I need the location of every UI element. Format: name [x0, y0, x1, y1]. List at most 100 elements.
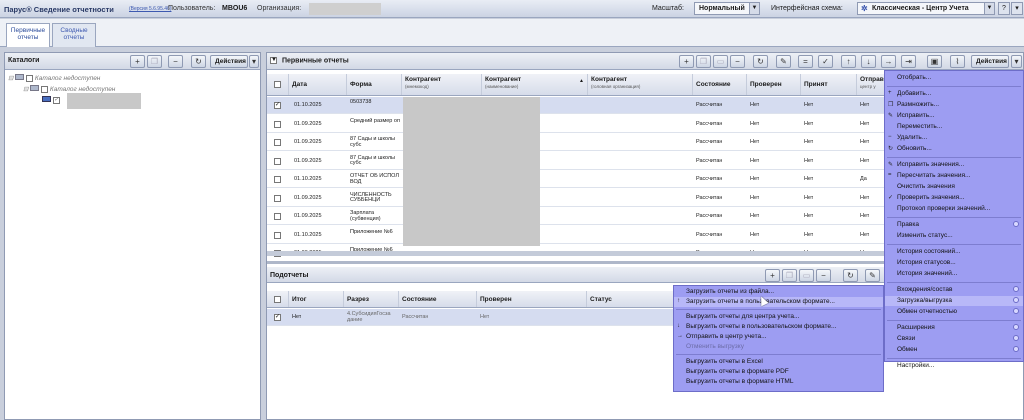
- col-state[interactable]: Состояние: [693, 74, 747, 95]
- col-form[interactable]: Форма: [347, 74, 402, 95]
- col-sent[interactable]: Отправ центр у: [857, 74, 887, 95]
- edit-disabled-icon[interactable]: ▭: [713, 55, 728, 68]
- row-checkbox[interactable]: [274, 171, 281, 188]
- menu-item[interactable]: История значений...: [885, 269, 1023, 279]
- row-checkbox[interactable]: [274, 190, 281, 207]
- tab-primary-reports[interactable]: Первичные отчеты: [6, 23, 50, 47]
- primary-actions-button[interactable]: Действия: [971, 55, 1009, 68]
- menu-item[interactable]: → Отправить в центр учета...: [674, 332, 883, 342]
- version-link[interactable]: (Версия 5.6.95.46): [129, 6, 171, 12]
- row-checkbox-box[interactable]: ✓: [274, 102, 281, 109]
- chevron-down-icon[interactable]: ▾: [249, 55, 259, 68]
- menu-item[interactable]: ✎ Исправить...: [885, 111, 1023, 121]
- copy-icon[interactable]: ❐: [147, 55, 162, 68]
- table-row[interactable]: 01.09.2025 ЧИСЛЕННОСТЬ СУББЕНЦИ Рассчитан Н…: [267, 190, 887, 207]
- refresh-icon[interactable]: ↻: [191, 55, 206, 68]
- equals-icon[interactable]: =: [798, 55, 813, 68]
- remove-icon[interactable]: −: [168, 55, 183, 68]
- menu-item[interactable]: = Пересчитать значения...: [885, 171, 1023, 181]
- catalogs-actions-button[interactable]: Действия: [210, 55, 248, 68]
- copy-icon[interactable]: ❐: [782, 269, 797, 282]
- col-total[interactable]: Итог: [289, 291, 344, 307]
- menu-chevron-icon[interactable]: ▾: [1011, 2, 1023, 15]
- menu-item[interactable]: ↻ Обновить...: [885, 144, 1023, 154]
- chevron-down-icon[interactable]: ▾: [1011, 55, 1022, 68]
- refresh-icon[interactable]: ↻: [843, 269, 858, 282]
- menu-item[interactable]: Отменить выгрузку: [674, 342, 883, 352]
- menu-item[interactable]: История состояний...: [885, 247, 1023, 257]
- menu-item[interactable]: Выгрузить отчеты в Excel: [674, 357, 883, 367]
- menu-item[interactable]: История статусов...: [885, 258, 1023, 268]
- tree-node-child[interactable]: ⊟ Каталог недоступен: [23, 85, 115, 93]
- arrow-up-icon[interactable]: ↑: [841, 55, 856, 68]
- scale-select[interactable]: Нормальный ▼: [694, 2, 760, 15]
- row-checkbox-box[interactable]: [274, 213, 281, 220]
- remove-icon[interactable]: −: [816, 269, 831, 282]
- table-row[interactable]: 01.10.2025 Приложение №6 Рассчитан Нет Нет Не…: [267, 227, 887, 244]
- row-checkbox-box[interactable]: [274, 194, 281, 202]
- tree-checkbox[interactable]: [26, 74, 34, 82]
- sub-select-all[interactable]: [267, 291, 289, 307]
- col-contractor-head[interactable]: Контрагент (головная организация): [588, 74, 693, 95]
- table-row[interactable]: 01.09.2025 Зарплата (субвенция) Рассчитан Н…: [267, 208, 887, 225]
- remove-icon[interactable]: −: [730, 55, 745, 68]
- menu-item[interactable]: + Добавить...: [885, 89, 1023, 99]
- refresh-icon[interactable]: ↻: [753, 55, 768, 68]
- menu-item[interactable]: ✎ Исправить значения...: [885, 160, 1023, 170]
- row-checkbox[interactable]: [274, 134, 281, 151]
- edit-disabled-icon[interactable]: ▭: [799, 269, 814, 282]
- menu-item[interactable]: Изменить статус...: [885, 231, 1023, 241]
- table-row[interactable]: 01.09.2025 Средний размер оп Рассчитан Нет Н…: [267, 116, 887, 133]
- menu-item[interactable]: Выгрузить отчеты для центра учета...: [674, 312, 883, 322]
- menu-item[interactable]: ↑ Загрузить отчеты в пользовательском фор…: [674, 297, 883, 307]
- tree-node-leaf[interactable]: ✓: [42, 96, 60, 104]
- row-checkbox-box[interactable]: [274, 139, 281, 146]
- menu-item[interactable]: Протокол проверки значений...: [885, 204, 1023, 214]
- pencil-icon[interactable]: ✎: [865, 269, 880, 282]
- pencil-icon[interactable]: ✎: [776, 55, 791, 68]
- menu-item[interactable]: Выгрузить отчеты в формате HTML: [674, 377, 883, 387]
- tree-checkbox[interactable]: [41, 85, 49, 93]
- panel-splitter[interactable]: [267, 261, 887, 264]
- row-checkbox-box[interactable]: [274, 176, 281, 183]
- col-section[interactable]: Разрез: [344, 291, 399, 307]
- row-checkbox-box[interactable]: [274, 231, 281, 239]
- row-checkbox[interactable]: [274, 227, 281, 244]
- col-accepted[interactable]: Принят: [801, 74, 857, 95]
- menu-item[interactable]: Переместить...: [885, 122, 1023, 132]
- save-icon[interactable]: ▣: [927, 55, 942, 68]
- menu-item[interactable]: Отобрать...: [885, 73, 1023, 83]
- menu-item[interactable]: ❐ Размножить...: [885, 100, 1023, 110]
- arrow-down-icon[interactable]: ↓: [861, 55, 876, 68]
- menu-item[interactable]: ✓ Проверить значения...: [885, 193, 1023, 203]
- menu-item[interactable]: Связи: [885, 334, 1023, 344]
- row-checkbox[interactable]: ✓: [274, 97, 281, 114]
- col-contractor-code[interactable]: Контрагент (мнемокод): [402, 74, 482, 95]
- menu-item[interactable]: Обмен: [885, 345, 1023, 355]
- menu-item[interactable]: Вхождения/состав: [885, 285, 1023, 295]
- col-date[interactable]: Дата: [289, 74, 347, 95]
- row-checkbox[interactable]: [274, 208, 281, 225]
- menu-item[interactable]: Обмен отчетностью: [885, 307, 1023, 317]
- tab-summary-reports[interactable]: Сводные отчеты: [52, 23, 96, 47]
- menu-item[interactable]: Выгрузить отчеты в формате PDF: [674, 367, 883, 377]
- tree-node-root[interactable]: ⊟ Каталог недоступен: [8, 74, 100, 82]
- menu-item[interactable]: Загрузка/выгрузка: [885, 296, 1023, 306]
- col-contractor-name[interactable]: Контрагент (наименование) ▲: [482, 74, 588, 95]
- row-checkbox[interactable]: [274, 153, 281, 170]
- add-icon[interactable]: +: [765, 269, 780, 282]
- row-checkbox[interactable]: ✓: [274, 314, 281, 321]
- menu-item[interactable]: Расширения: [885, 323, 1023, 333]
- table-row[interactable]: 01.09.2025 87 Сады и школы субс Рассчитан Н…: [267, 134, 887, 151]
- select-all-checkbox[interactable]: [267, 74, 289, 95]
- table-row[interactable]: 01.09.2025 87 Сады и школы субс Рассчитан Н…: [267, 153, 887, 170]
- menu-item[interactable]: − Удалить...: [885, 133, 1023, 143]
- help-icon[interactable]: ?: [998, 2, 1010, 15]
- col-checked[interactable]: Проверен: [747, 74, 801, 95]
- table-row[interactable]: ✓ 01.10.2025 0503738 Рассчитан Нет Нет Нет: [267, 97, 887, 114]
- table-row[interactable]: 01.10.2025 ОТЧЕТ ОБ ИСПОЛ ВОД Рассчитан Нет…: [267, 171, 887, 188]
- menu-item[interactable]: ↓ Выгрузить отчеты в пользовательском фор…: [674, 322, 883, 332]
- export-icon[interactable]: ⇥: [901, 55, 916, 68]
- col-sub-state[interactable]: Состояние: [399, 291, 477, 307]
- tree-checkbox[interactable]: ✓: [52, 96, 60, 104]
